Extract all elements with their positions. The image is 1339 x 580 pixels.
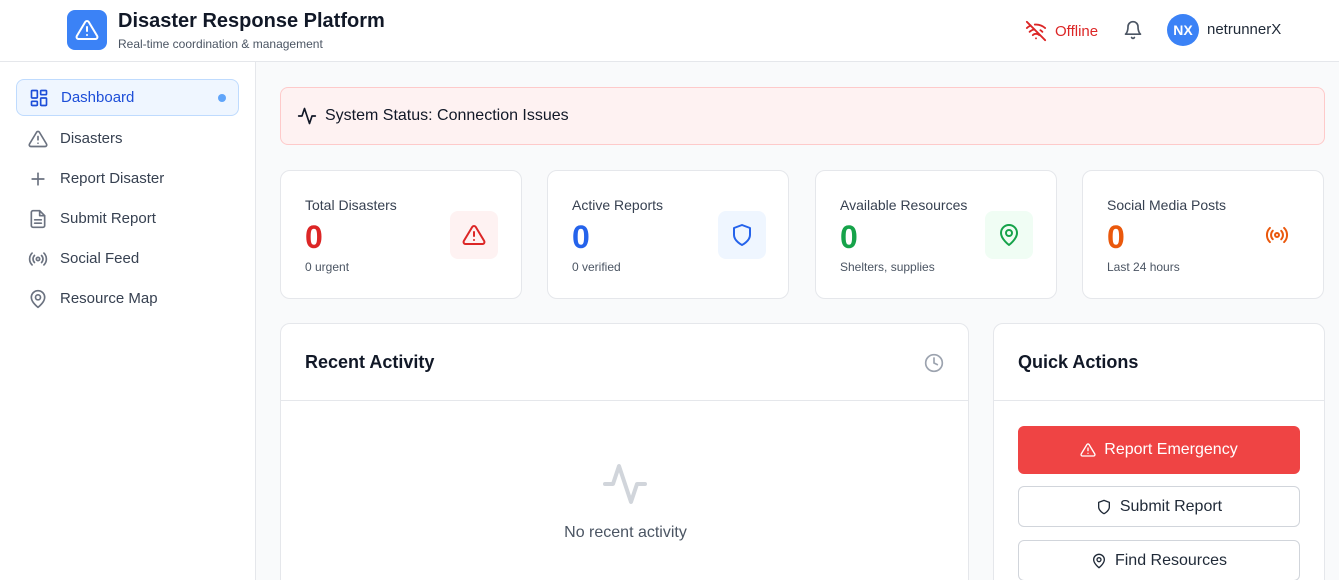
sidebar: Dashboard Disasters Report Disaster Subm…: [0, 62, 256, 580]
sidebar-item-report-disaster[interactable]: Report Disaster: [16, 160, 239, 197]
system-status-text: System Status: Connection Issues: [325, 107, 569, 124]
shield-icon: [1097, 499, 1110, 514]
avatar[interactable]: NX: [1167, 14, 1199, 46]
button-label: Submit Report: [1119, 497, 1223, 515]
username[interactable]: netrunnerX: [1207, 21, 1281, 38]
app-subtitle: Real-time coordination & management: [118, 37, 323, 51]
sidebar-item-dashboard[interactable]: Dashboard: [16, 79, 239, 116]
sidebar-item-label: Social Feed: [60, 250, 140, 267]
activity-icon: [297, 107, 317, 125]
stat-sub: 0 verified: [572, 260, 621, 274]
sidebar-item-submit-report[interactable]: Submit Report: [16, 200, 239, 237]
stat-card-available-resources: Available Resources 0 Shelters, supplies: [815, 170, 1057, 299]
bell-icon[interactable]: [1123, 20, 1143, 40]
stat-value: 0: [305, 219, 323, 255]
app-logo: [67, 10, 107, 50]
stat-card-social-media-posts: Social Media Posts 0 Last 24 hours: [1082, 170, 1324, 299]
stat-value: 0: [840, 219, 858, 255]
stat-label: Available Resources: [840, 197, 968, 213]
empty-state-text: No recent activity: [564, 524, 687, 541]
app-title: Disaster Response Platform: [118, 10, 385, 32]
sidebar-item-label: Dashboard: [61, 89, 135, 106]
system-status-banner: System Status: Connection Issues: [280, 87, 1325, 145]
plus-icon: [28, 169, 48, 189]
find-resources-button[interactable]: Find Resources: [1018, 540, 1300, 580]
stat-card-active-reports: Active Reports 0 0 verified: [547, 170, 789, 299]
shield-icon: [718, 211, 766, 259]
top-header: Disaster Response Platform Real-time coo…: [0, 0, 1339, 62]
map-pin-icon: [28, 289, 48, 309]
document-icon: [28, 209, 48, 229]
button-label: Find Resources: [1114, 551, 1228, 569]
map-pin-icon: [985, 211, 1033, 259]
recent-activity-title: Recent Activity: [305, 352, 435, 372]
button-label: Report Emergency: [1104, 441, 1238, 458]
stat-label: Active Reports: [572, 197, 664, 213]
quick-actions-title: Quick Actions: [1018, 352, 1139, 372]
stat-value: 0: [572, 219, 590, 255]
stat-sub: 0 urgent: [305, 260, 350, 274]
stat-value: 0: [1107, 219, 1125, 255]
quick-actions-panel: Quick Actions Report Emergency Submit Re…: [993, 323, 1325, 580]
wifi-off-icon: [1025, 20, 1047, 42]
sidebar-item-disasters[interactable]: Disasters: [16, 120, 239, 157]
alert-triangle-icon: [28, 129, 48, 149]
connection-status-label: Offline: [1055, 22, 1099, 40]
sidebar-item-label: Resource Map: [60, 290, 158, 307]
sidebar-item-resource-map[interactable]: Resource Map: [16, 280, 239, 317]
submit-report-button[interactable]: Submit Report: [1018, 486, 1300, 527]
sidebar-item-social-feed[interactable]: Social Feed: [16, 240, 239, 277]
panel-divider: [994, 400, 1324, 401]
clock-icon[interactable]: [924, 353, 944, 373]
map-pin-icon: [1092, 553, 1105, 568]
stat-sub: Shelters, supplies: [840, 260, 935, 274]
recent-activity-panel: Recent Activity No recent activity: [280, 323, 969, 580]
stat-sub: Last 24 hours: [1107, 260, 1180, 274]
stat-card-total-disasters: Total Disasters 0 0 urgent: [280, 170, 522, 299]
panel-divider: [281, 400, 968, 401]
stat-label: Social Media Posts: [1107, 197, 1227, 213]
sidebar-item-label: Report Disaster: [60, 170, 165, 187]
sidebar-item-label: Submit Report: [60, 210, 156, 227]
active-indicator: [218, 94, 226, 102]
alert-triangle-icon: [75, 19, 99, 40]
report-emergency-button[interactable]: Report Emergency: [1018, 426, 1300, 474]
sidebar-item-label: Disasters: [60, 130, 123, 147]
dashboard-icon: [29, 88, 49, 108]
broadcast-icon: [1253, 211, 1301, 259]
broadcast-icon: [28, 249, 48, 269]
alert-triangle-icon: [450, 211, 498, 259]
connection-status: Offline: [1025, 20, 1098, 42]
activity-icon: [603, 464, 647, 504]
stat-label: Total Disasters: [305, 197, 397, 213]
alert-triangle-icon: [1080, 443, 1096, 457]
